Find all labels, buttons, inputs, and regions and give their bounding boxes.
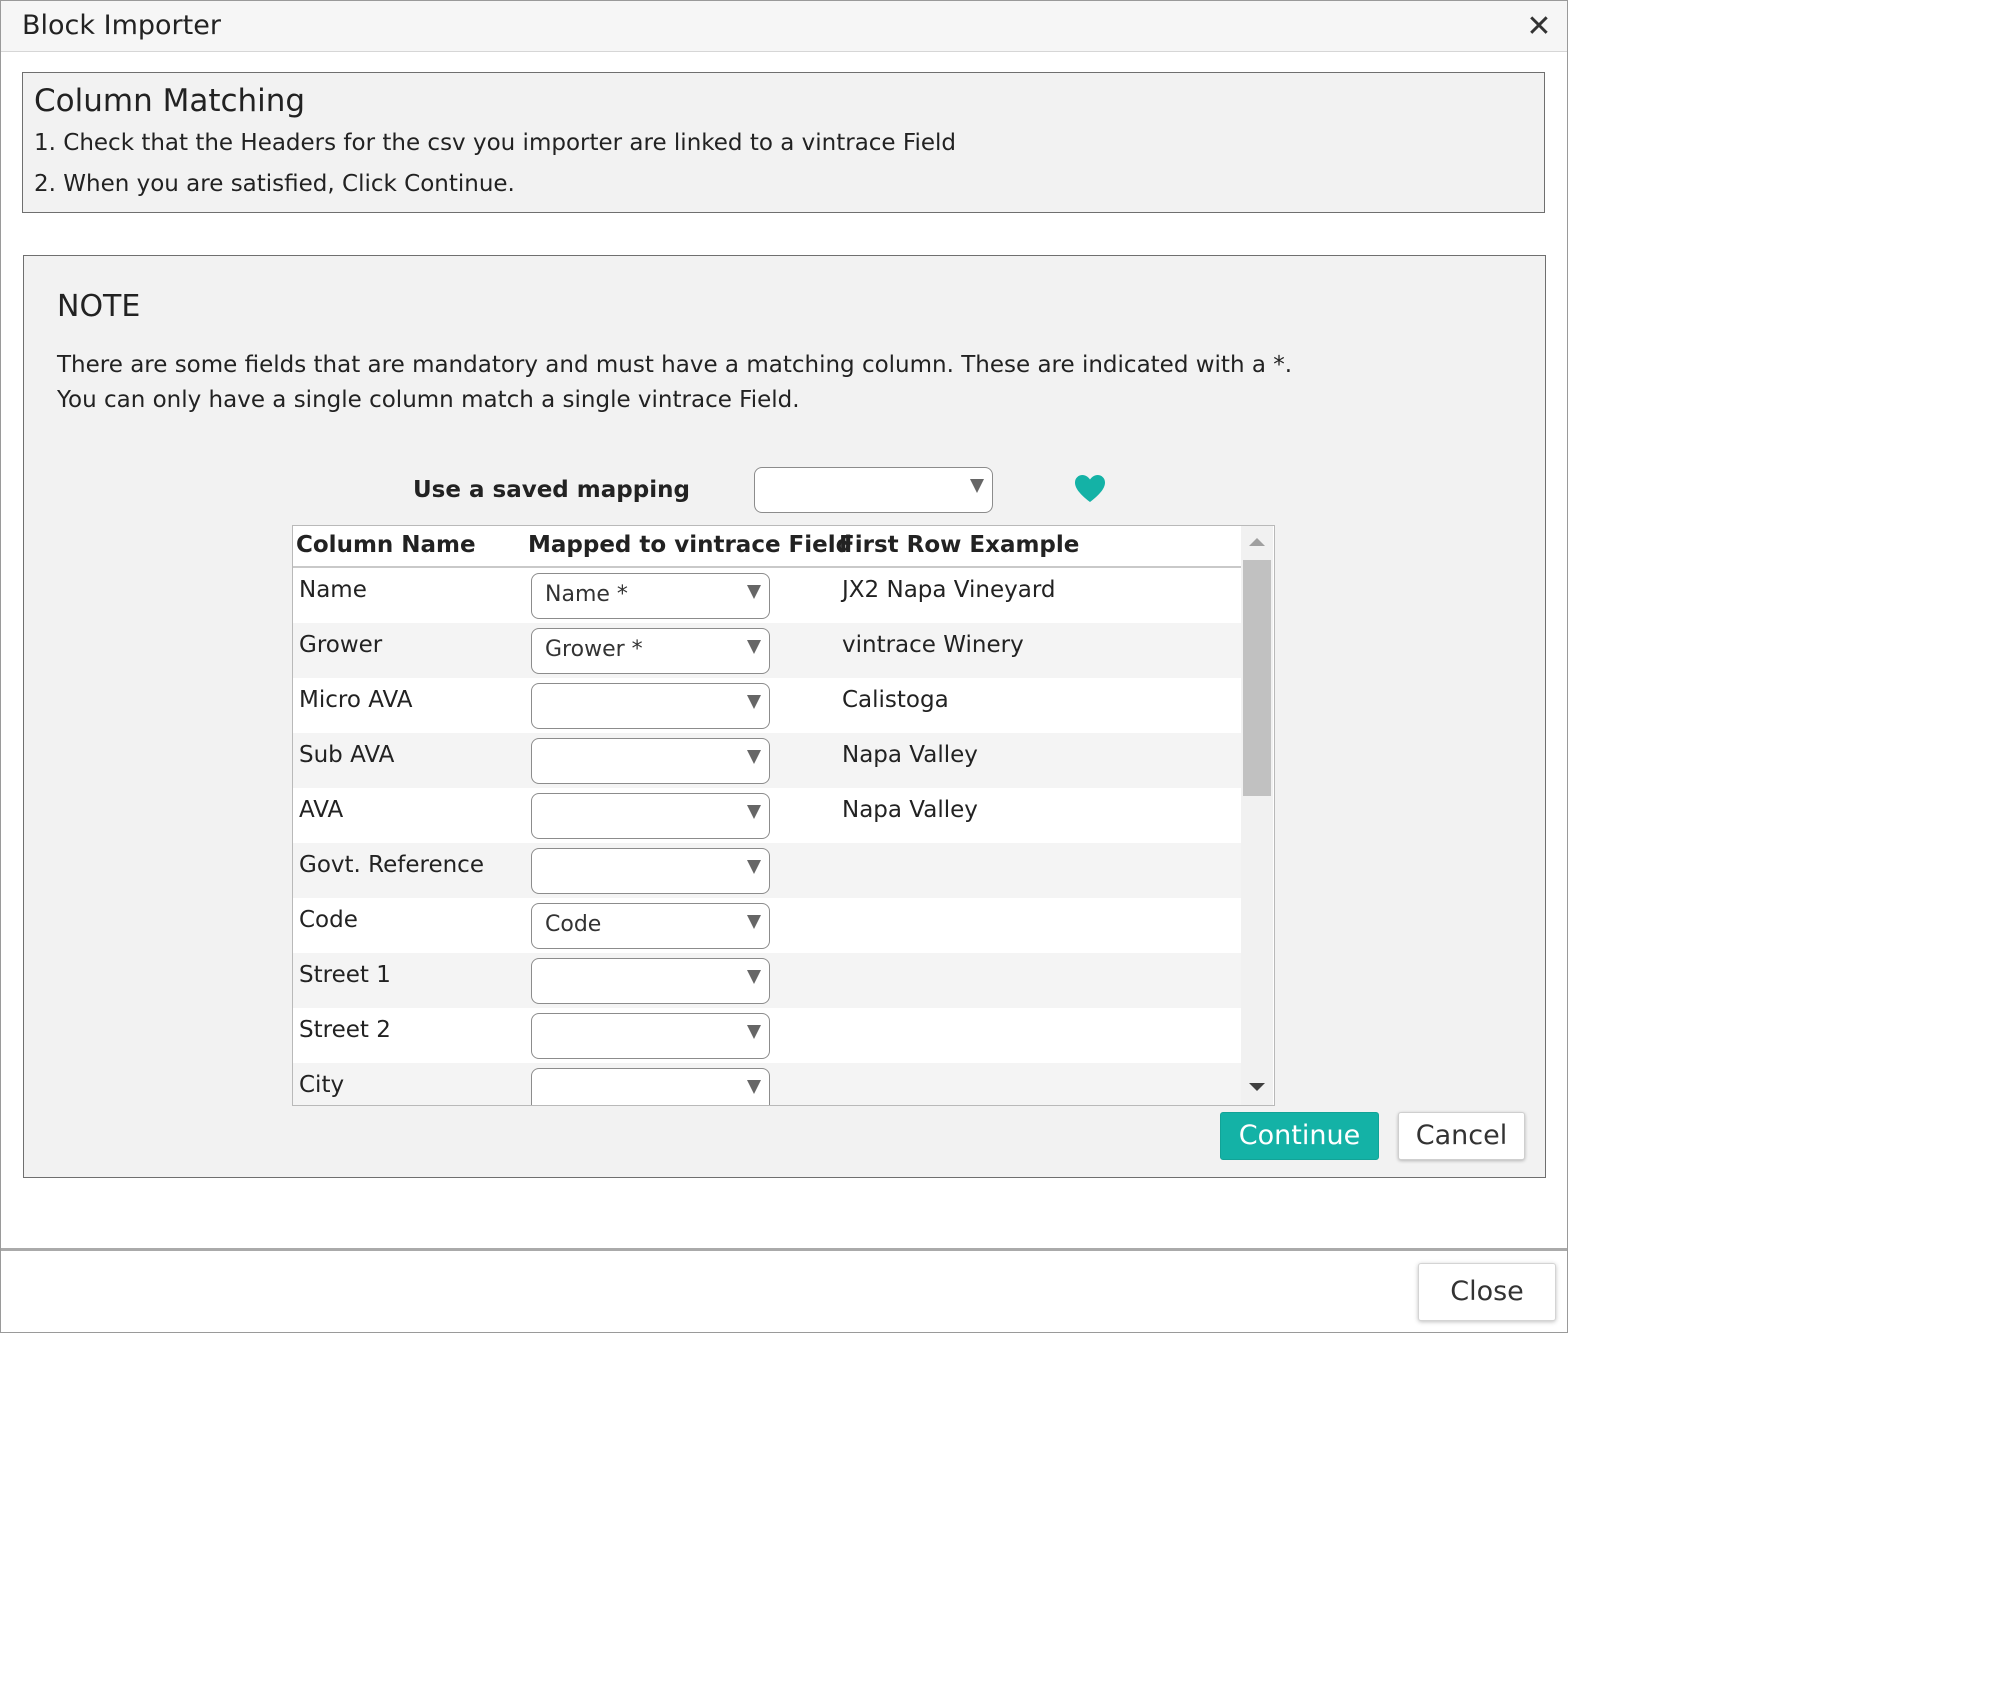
column-name-cell: AVA <box>299 797 344 823</box>
header-column-name: Column Name <box>296 532 476 558</box>
column-name-cell: Govt. Reference <box>299 852 484 878</box>
mapped-field-select[interactable] <box>531 683 770 729</box>
footer-divider <box>1 1248 1567 1251</box>
dialog-title: Block Importer <box>22 10 221 41</box>
table-scrollbar[interactable] <box>1241 526 1273 1105</box>
table-row: Code Code <box>293 898 1241 953</box>
note-title: NOTE <box>57 289 141 324</box>
chevron-down-icon <box>747 805 761 819</box>
table-row: AVA Napa Valley <box>293 788 1241 843</box>
table-row: Sub AVA Napa Valley <box>293 733 1241 788</box>
header-mapped-field: Mapped to vintrace Field <box>528 532 853 558</box>
note-line-2: You can only have a single column match … <box>57 387 800 413</box>
column-name-cell: Grower <box>299 632 383 658</box>
chevron-down-icon <box>970 479 984 493</box>
note-line-1: There are some fields that are mandatory… <box>57 352 1293 378</box>
column-mapping-table: Column Name Mapped to vintrace Field Fir… <box>292 525 1275 1106</box>
mapped-field-select[interactable] <box>531 738 770 784</box>
heart-icon-svg <box>1075 475 1105 502</box>
mapped-field-select[interactable] <box>531 958 770 1004</box>
example-cell: Napa Valley <box>842 797 978 823</box>
chevron-down-icon <box>747 915 761 929</box>
column-name-cell: Code <box>299 907 358 933</box>
block-importer-dialog: Block Importer ✕ Column Matching 1. Chec… <box>0 0 1568 1333</box>
mapped-field-value: Name * <box>545 582 628 607</box>
scroll-up-arrow-icon[interactable] <box>1249 538 1265 546</box>
chevron-down-icon <box>747 970 761 984</box>
instructions-step-1: 1. Check that the Headers for the csv yo… <box>34 130 956 156</box>
mapped-field-select[interactable] <box>531 1013 770 1059</box>
example-cell: JX2 Napa Vineyard <box>842 577 1056 603</box>
heart-icon[interactable] <box>1074 474 1106 504</box>
chevron-down-icon <box>747 1025 761 1039</box>
example-cell: Calistoga <box>842 687 949 713</box>
mapped-field-select[interactable]: Code <box>531 903 770 949</box>
table-row: Grower Grower * vintrace Winery <box>293 623 1241 678</box>
cancel-button[interactable]: Cancel <box>1398 1112 1525 1160</box>
note-panel: NOTE There are some fields that are mand… <box>23 255 1546 1178</box>
mapped-field-value: Grower * <box>545 637 643 662</box>
close-button[interactable]: Close <box>1418 1263 1556 1321</box>
instructions-heading: Column Matching <box>34 83 306 119</box>
example-cell: vintrace Winery <box>842 632 1024 658</box>
saved-mapping-select[interactable] <box>754 467 993 513</box>
table-row: Name Name * JX2 Napa Vineyard <box>293 568 1241 623</box>
mapped-field-select[interactable]: Name * <box>531 573 770 619</box>
column-name-cell: Street 2 <box>299 1017 391 1043</box>
close-icon[interactable]: ✕ <box>1523 11 1555 43</box>
chevron-down-icon <box>747 1080 761 1094</box>
dialog-titlebar: Block Importer ✕ <box>1 1 1567 52</box>
chevron-down-icon <box>747 750 761 764</box>
column-name-cell: Street 1 <box>299 962 391 988</box>
mapped-field-select[interactable] <box>531 793 770 839</box>
table-row: Street 2 <box>293 1008 1241 1063</box>
mapped-field-select[interactable] <box>531 848 770 894</box>
mapped-field-value: Code <box>545 912 602 937</box>
column-name-cell: Micro AVA <box>299 687 413 713</box>
table-row: Micro AVA Calistoga <box>293 678 1241 733</box>
mapped-field-select[interactable]: Grower * <box>531 628 770 674</box>
chevron-down-icon <box>747 695 761 709</box>
scroll-down-arrow-icon[interactable] <box>1249 1083 1265 1091</box>
table-header: Column Name Mapped to vintrace Field Fir… <box>293 526 1241 568</box>
saved-mapping-label: Use a saved mapping <box>413 477 690 503</box>
instructions-step-2: 2. When you are satisfied, Click Continu… <box>34 171 515 197</box>
mapped-field-select[interactable] <box>531 1068 770 1105</box>
header-first-row-example: First Row Example <box>839 532 1080 558</box>
example-cell: Napa Valley <box>842 742 978 768</box>
column-name-cell: City <box>299 1072 345 1098</box>
table-row: City <box>293 1063 1241 1105</box>
table-row: Street 1 <box>293 953 1241 1008</box>
continue-button[interactable]: Continue <box>1220 1112 1379 1160</box>
chevron-down-icon <box>747 640 761 654</box>
chevron-down-icon <box>747 860 761 874</box>
scrollbar-thumb[interactable] <box>1243 560 1271 796</box>
column-name-cell: Name <box>299 577 367 603</box>
instructions-panel: Column Matching 1. Check that the Header… <box>22 72 1545 213</box>
table-row: Govt. Reference <box>293 843 1241 898</box>
column-name-cell: Sub AVA <box>299 742 395 768</box>
chevron-down-icon <box>747 585 761 599</box>
